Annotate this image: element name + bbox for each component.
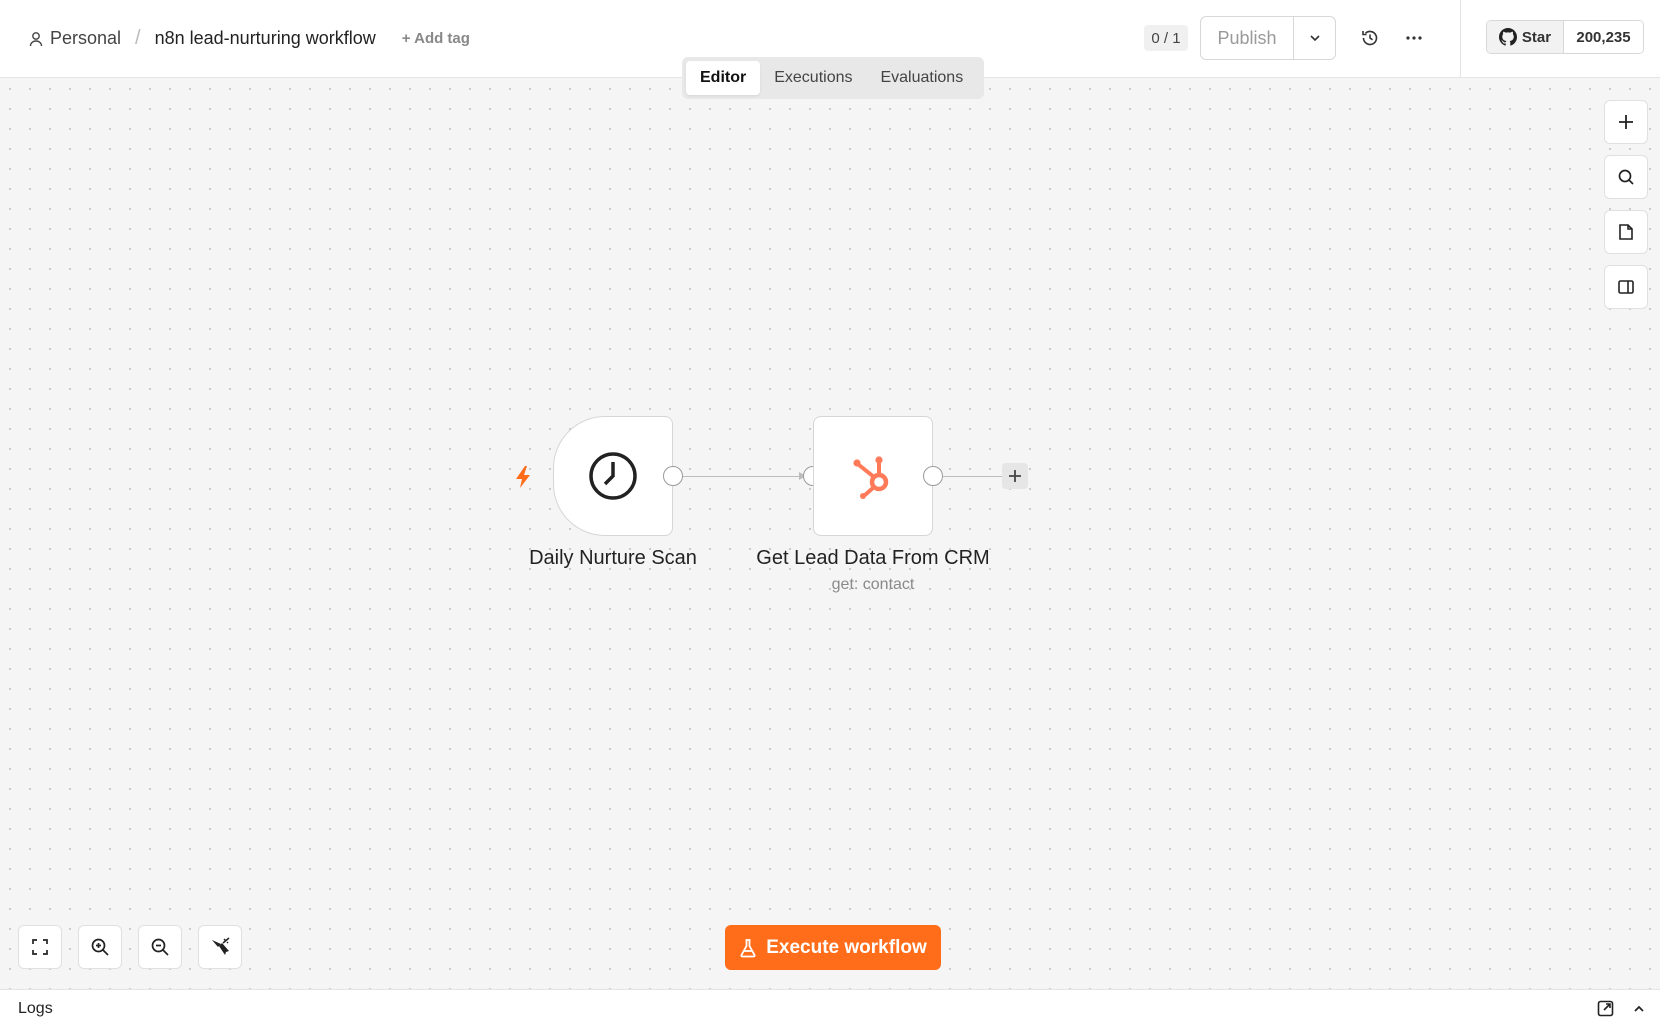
- tab-evaluations[interactable]: Evaluations: [866, 61, 977, 95]
- ellipsis-icon: [1406, 36, 1422, 40]
- sticky-note-button[interactable]: [1604, 210, 1648, 254]
- logs-panel-bar[interactable]: Logs: [0, 989, 1660, 1026]
- publish-button[interactable]: Publish: [1201, 17, 1294, 59]
- publish-button-group: Publish: [1200, 16, 1336, 60]
- more-options-button[interactable]: [1402, 26, 1426, 50]
- publish-dropdown-button[interactable]: [1294, 17, 1335, 59]
- workflow-name[interactable]: n8n lead-nurturing workflow: [155, 28, 376, 49]
- github-star-button[interactable]: Star: [1487, 21, 1564, 53]
- tab-editor[interactable]: Editor: [686, 61, 761, 95]
- breadcrumb: Personal / n8n lead-nurturing workflow +…: [28, 27, 470, 50]
- view-tabs: Editor Executions Evaluations: [682, 57, 984, 99]
- person-icon: [29, 31, 43, 46]
- pop-out-logs-button[interactable]: [1597, 1000, 1614, 1022]
- connection-line[interactable]: [683, 476, 801, 477]
- active-counter-badge: 0 / 1: [1144, 25, 1188, 51]
- zoom-out-button[interactable]: [138, 925, 182, 969]
- breadcrumb-separator: /: [135, 27, 141, 49]
- execute-workflow-button[interactable]: Execute workflow: [725, 925, 941, 970]
- flask-icon: [740, 938, 756, 957]
- canvas-right-toolbar: [1604, 100, 1648, 309]
- node-label: Get Lead Data From CRM: [756, 547, 990, 569]
- tab-executions[interactable]: Executions: [760, 61, 866, 95]
- header-divider: [1460, 0, 1461, 78]
- hubspot-icon: [853, 456, 889, 499]
- github-star-label: Star: [1521, 28, 1552, 46]
- zoom-in-icon: [91, 938, 109, 956]
- github-star-count[interactable]: 200,235: [1564, 21, 1643, 53]
- breadcrumb-project[interactable]: Personal: [50, 28, 121, 49]
- search-icon: [1618, 169, 1634, 185]
- node-get-lead-data-from-crm[interactable]: [813, 416, 933, 536]
- plus-icon: [1009, 470, 1021, 482]
- sticky-note-icon: [1619, 224, 1633, 240]
- broom-icon: [212, 937, 230, 955]
- node-subtitle: get: contact: [831, 576, 915, 593]
- execute-workflow-label: Execute workflow: [766, 936, 927, 958]
- fit-view-button[interactable]: [18, 925, 62, 969]
- zoom-out-icon: [151, 938, 169, 956]
- add-node-button[interactable]: [1604, 100, 1648, 144]
- trigger-bolt-icon: [516, 466, 530, 488]
- expand-logs-button[interactable]: [1632, 1002, 1646, 1021]
- add-next-node-button[interactable]: [1002, 463, 1028, 489]
- plus-icon: [1619, 115, 1633, 129]
- node-daily-nurture-scan[interactable]: [553, 416, 673, 536]
- chevron-up-icon: [1634, 1005, 1644, 1012]
- search-nodes-button[interactable]: [1604, 155, 1648, 199]
- history-icon: [1362, 30, 1378, 46]
- zoom-in-button[interactable]: [78, 925, 122, 969]
- clock-icon: [589, 452, 637, 500]
- pop-out-icon: [1597, 1000, 1614, 1017]
- add-tag-button[interactable]: + Add tag: [402, 30, 470, 47]
- node-output-handle[interactable]: [923, 466, 943, 486]
- chevron-down-icon: [1309, 35, 1320, 42]
- logs-title: Logs: [18, 1000, 53, 1017]
- fit-view-icon: [32, 939, 48, 955]
- add-connection-line: [943, 476, 1002, 477]
- node-label: Daily Nurture Scan: [529, 547, 697, 569]
- github-icon: [1498, 28, 1517, 46]
- version-history-button[interactable]: [1358, 26, 1382, 50]
- github-star-widget[interactable]: Star 200,235: [1486, 20, 1644, 54]
- toggle-panel-button[interactable]: [1604, 265, 1648, 309]
- panel-icon: [1618, 280, 1634, 294]
- node-output-handle[interactable]: [663, 466, 683, 486]
- tidy-up-button[interactable]: [198, 925, 242, 969]
